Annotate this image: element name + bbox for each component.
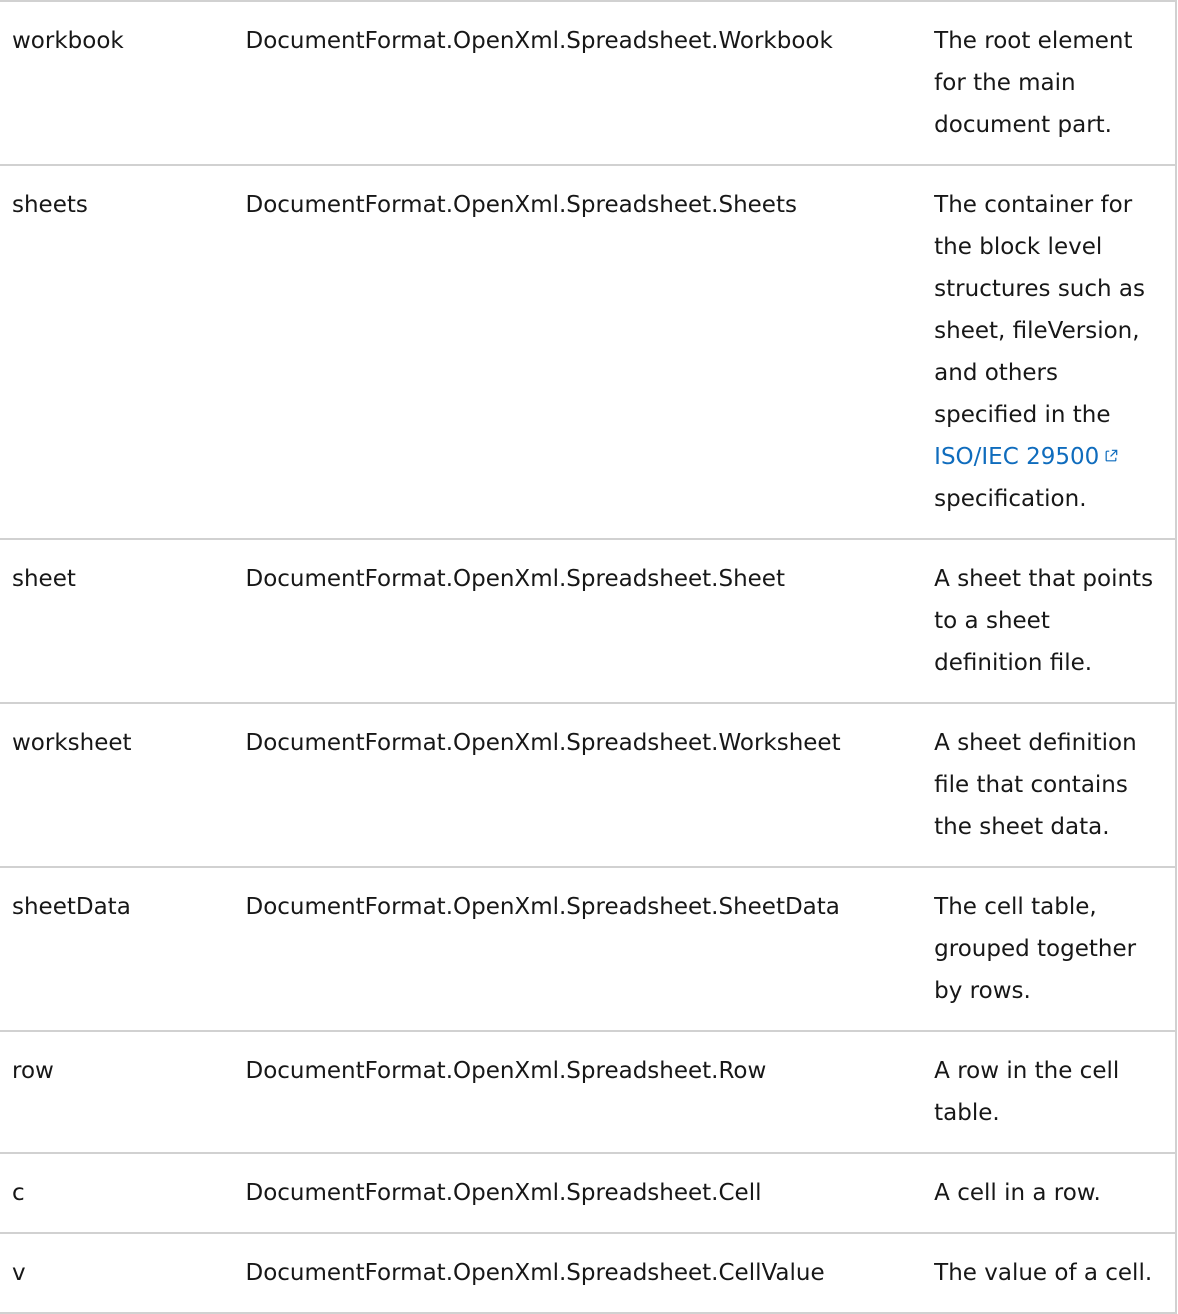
element-name-cell: row (12, 1058, 54, 1084)
description-cell: A row in the cell table. (934, 1058, 1120, 1126)
class-name-cell: DocumentFormat.OpenXml.Spreadsheet.Sheet… (245, 192, 797, 218)
description-cell: The value of a cell. (934, 1260, 1153, 1286)
element-reference-table: workbook DocumentFormat.OpenXml.Spreadsh… (0, 0, 1177, 1314)
table-row: sheetData DocumentFormat.OpenXml.Spreads… (0, 867, 1176, 1031)
description-cell: The container for the block level struct… (922, 165, 1176, 539)
element-name-cell: sheets (12, 192, 88, 218)
iso-iec-29500-link[interactable]: ISO/IEC 29500 (934, 444, 1118, 470)
table-row: v DocumentFormat.OpenXml.Spreadsheet.Cel… (0, 1233, 1176, 1313)
class-name-cell: DocumentFormat.OpenXml.Spreadsheet.Sheet (245, 566, 785, 592)
description-cell: The root element for the main document p… (934, 28, 1133, 138)
element-name-cell: c (12, 1180, 25, 1206)
table-row: c DocumentFormat.OpenXml.Spreadsheet.Cel… (0, 1153, 1176, 1233)
table-row: workbook DocumentFormat.OpenXml.Spreadsh… (0, 1, 1176, 165)
class-name-cell: DocumentFormat.OpenXml.Spreadsheet.Row (245, 1058, 767, 1084)
table-row: row DocumentFormat.OpenXml.Spreadsheet.R… (0, 1031, 1176, 1153)
description-text: The container for the block level struct… (934, 192, 1145, 428)
description-cell: A sheet that points to a sheet definitio… (934, 566, 1154, 676)
element-name-cell: worksheet (12, 730, 132, 756)
class-name-cell: DocumentFormat.OpenXml.Spreadsheet.Workb… (245, 28, 833, 54)
element-name-cell: sheet (12, 566, 76, 592)
class-name-cell: DocumentFormat.OpenXml.Spreadsheet.Works… (245, 730, 841, 756)
description-cell: The cell table, grouped together by rows… (934, 894, 1137, 1004)
class-name-cell: DocumentFormat.OpenXml.Spreadsheet.Sheet… (245, 894, 840, 920)
class-name-cell: DocumentFormat.OpenXml.Spreadsheet.Cell (245, 1180, 762, 1206)
element-name-cell: sheetData (12, 894, 131, 920)
description-cell: A sheet definition file that contains th… (934, 730, 1137, 840)
description-text: specification. (934, 486, 1087, 512)
table-row: sheets DocumentFormat.OpenXml.Spreadshee… (0, 165, 1176, 539)
table-row: worksheet DocumentFormat.OpenXml.Spreads… (0, 703, 1176, 867)
class-name-cell: DocumentFormat.OpenXml.Spreadsheet.CellV… (245, 1260, 825, 1286)
element-name-cell: v (12, 1260, 26, 1286)
link-label: ISO/IEC 29500 (934, 444, 1100, 470)
description-cell: A cell in a row. (934, 1180, 1101, 1206)
external-link-icon (1105, 449, 1118, 462)
table-body: workbook DocumentFormat.OpenXml.Spreadsh… (0, 1, 1176, 1313)
table-row: sheet DocumentFormat.OpenXml.Spreadsheet… (0, 539, 1176, 703)
element-name-cell: workbook (12, 28, 124, 54)
